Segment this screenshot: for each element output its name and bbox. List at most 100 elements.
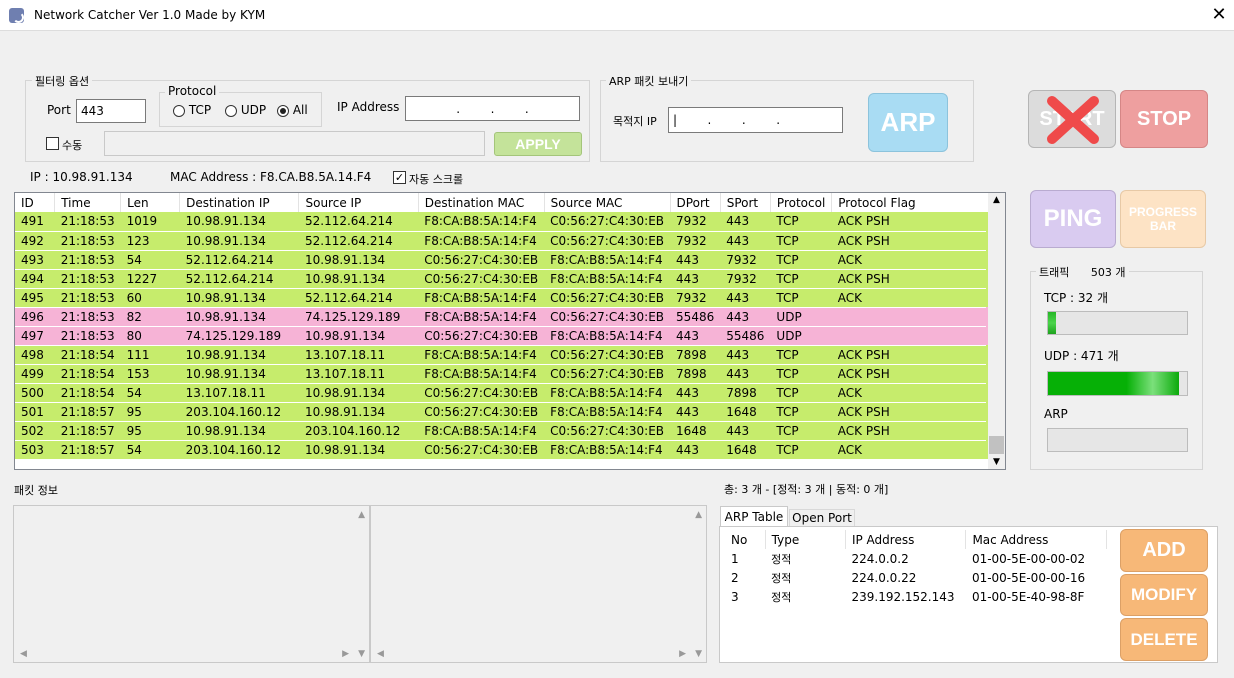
manual-checkbox[interactable] [46, 137, 59, 150]
packet-cell: TCP [770, 250, 832, 270]
tab-open-port[interactable]: Open Port [789, 509, 855, 527]
manual-input[interactable] [104, 131, 485, 156]
local-ip: IP : 10.98.91.134 [30, 170, 133, 184]
packet-row[interactable]: 494 21:18:53 1227 52.112.64.214 10.98.91.134… [15, 269, 988, 289]
packet-row[interactable]: 499 21:18:54 153 10.98.91.134 13.107.18.11 F8… [15, 364, 988, 384]
packet-cell [831, 307, 988, 327]
packet-column-header[interactable]: Destination MAC [418, 193, 545, 212]
progress-bar-button[interactable]: PROGRESS BAR [1120, 190, 1206, 248]
packet-cell: 496 [15, 307, 55, 327]
delete-button[interactable]: DELETE [1120, 618, 1208, 661]
packet-cell: 21:18:53 [54, 231, 121, 251]
packet-cell: 21:18:57 [54, 402, 121, 422]
packet-cell: 7932 [720, 269, 771, 289]
disabled-x-icon [1047, 96, 1099, 144]
packet-cell: 153 [120, 364, 180, 384]
packet-cell: 203.104.160.12 [298, 421, 419, 441]
ping-button[interactable]: PING [1030, 190, 1116, 248]
packet-row[interactable]: 500 21:18:54 54 13.107.18.11 10.98.91.134 C0:… [15, 383, 988, 403]
scroll-down-icon[interactable]: ▼ [695, 649, 702, 659]
protocol-all-radio[interactable]: All [277, 103, 308, 117]
packet-scrollbar[interactable]: ▲ ▼ [988, 193, 1005, 469]
packet-row[interactable]: 497 21:18:53 80 74.125.129.189 10.98.91.134 C… [15, 326, 988, 346]
packet-column-header[interactable]: Source MAC [544, 193, 671, 212]
packet-column-header[interactable]: Source IP [298, 193, 419, 212]
packet-cell: 55486 [720, 326, 771, 346]
tab-arp-table[interactable]: ARP Table [720, 506, 788, 527]
modify-button[interactable]: MODIFY [1120, 574, 1208, 616]
packet-row[interactable]: 498 21:18:54 111 10.98.91.134 13.107.18.11 F8… [15, 345, 988, 365]
packet-cell: 21:18:54 [54, 383, 121, 403]
arp-table-header: No Type IP Address Mac Address [725, 530, 1107, 549]
scroll-right-icon[interactable]: ▶ [342, 649, 349, 659]
scroll-down-icon[interactable]: ▼ [358, 649, 365, 659]
udp-count: UDP : 471 개 [1044, 349, 1119, 363]
scroll-up-icon[interactable]: ▲ [358, 510, 365, 520]
autoscroll-checkbox[interactable]: ✓ [393, 171, 406, 184]
scroll-right-icon[interactable]: ▶ [679, 649, 686, 659]
arp-row[interactable]: 1 정적 224.0.0.2 01-00-5E-00-00-02 [725, 549, 1107, 568]
packet-row[interactable]: 496 21:18:53 82 10.98.91.134 74.125.129.189 F… [15, 307, 988, 327]
arp-list[interactable]: No Type IP Address Mac Address 1 정적 224.0.0.2… [725, 530, 1107, 658]
packet-row[interactable]: 491 21:18:53 1019 10.98.91.134 52.112.64.214… [15, 212, 988, 232]
packet-cell: 502 [15, 421, 55, 441]
packet-column-header[interactable]: SPort [720, 193, 771, 212]
arp-row[interactable]: 3 정적 239.192.152.143 01-00-5E-40-98-8F [725, 587, 1107, 606]
scroll-left-icon[interactable]: ◀ [377, 649, 384, 659]
scroll-left-icon[interactable]: ◀ [20, 649, 27, 659]
scroll-down-icon[interactable]: ▼ [988, 457, 1005, 467]
local-mac: MAC Address : F8.CA.B8.5A.14.F4 [170, 170, 372, 184]
packet-cell: 74.125.129.189 [298, 307, 419, 327]
manual-label: 수동 [62, 139, 83, 152]
packet-row[interactable]: 502 21:18:57 95 10.98.91.134 203.104.160.12 F… [15, 421, 988, 441]
scroll-up-icon[interactable]: ▲ [695, 510, 702, 520]
app-icon [9, 8, 24, 23]
packet-column-header[interactable]: Len [120, 193, 181, 212]
packet-cell: ACK PSH [831, 269, 988, 289]
ip-address-input[interactable] [405, 96, 580, 121]
arp-cell: 정적 [771, 552, 792, 566]
arp-row[interactable]: 2 정적 224.0.0.22 01-00-5E-00-00-16 [725, 568, 1107, 587]
protocol-tcp-radio[interactable]: TCP [173, 103, 211, 117]
arp-column-header[interactable]: No [725, 530, 766, 549]
packet-cell: 443 [720, 231, 771, 251]
packet-column-header[interactable]: Protocol [770, 193, 833, 212]
start-button[interactable]: START [1028, 90, 1116, 148]
packet-info-text[interactable]: ▲ ▼ ◀ ▶ [370, 505, 707, 663]
add-button[interactable]: ADD [1120, 529, 1208, 572]
packet-row[interactable]: 492 21:18:53 123 10.98.91.134 52.112.64.214 F… [15, 231, 988, 251]
scroll-thumb[interactable] [989, 436, 1004, 454]
stop-button[interactable]: STOP [1120, 90, 1208, 148]
arp-column-header[interactable]: Type [765, 530, 846, 549]
packet-cell: 21:18:53 [54, 269, 121, 289]
packet-list[interactable]: ID Time Len Destination IP Source IP Destinat… [14, 192, 1006, 470]
packet-column-header[interactable]: ID [15, 193, 56, 212]
packet-cell: ACK PSH [831, 421, 988, 441]
arp-send-button[interactable]: ARP [868, 93, 948, 152]
packet-cell: F8:CA:B8:5A:14:F4 [544, 440, 671, 460]
packet-column-header[interactable]: Protocol Flag [831, 193, 989, 212]
packet-row[interactable]: 495 21:18:53 60 10.98.91.134 52.112.64.214 F8… [15, 288, 988, 308]
packet-row[interactable]: 501 21:18:57 95 203.104.160.12 10.98.91.134 C… [15, 402, 988, 422]
port-input[interactable] [76, 99, 146, 123]
packet-cell: 10.98.91.134 [298, 402, 419, 422]
scroll-up-icon[interactable]: ▲ [988, 195, 1005, 205]
packet-cell: 80 [120, 326, 180, 346]
dest-ip-input[interactable] [668, 107, 843, 133]
packet-row[interactable]: 493 21:18:53 54 52.112.64.214 10.98.91.134 C0… [15, 250, 988, 270]
close-button[interactable]: ✕ [1206, 2, 1232, 28]
packet-column-header[interactable]: Time [54, 193, 122, 212]
arp-column-header[interactable]: Mac Address [965, 530, 1107, 549]
packet-column-header[interactable]: Destination IP [179, 193, 300, 212]
apply-button[interactable]: APPLY [494, 132, 582, 156]
packet-column-header[interactable]: DPort [670, 193, 721, 212]
protocol-udp-radio[interactable]: UDP [225, 103, 266, 117]
packet-cell: 7932 [720, 250, 771, 270]
packet-info-hex[interactable]: ▲ ▼ ◀ ▶ [13, 505, 370, 663]
packet-cell: 10.98.91.134 [179, 231, 299, 251]
packet-cell: TCP [770, 345, 832, 365]
packet-row[interactable]: 503 21:18:57 54 203.104.160.12 10.98.91.134 C… [15, 440, 988, 460]
packet-cell: 10.98.91.134 [298, 383, 419, 403]
arp-column-header[interactable]: IP Address [845, 530, 967, 549]
arp-count: ARP [1044, 407, 1068, 421]
